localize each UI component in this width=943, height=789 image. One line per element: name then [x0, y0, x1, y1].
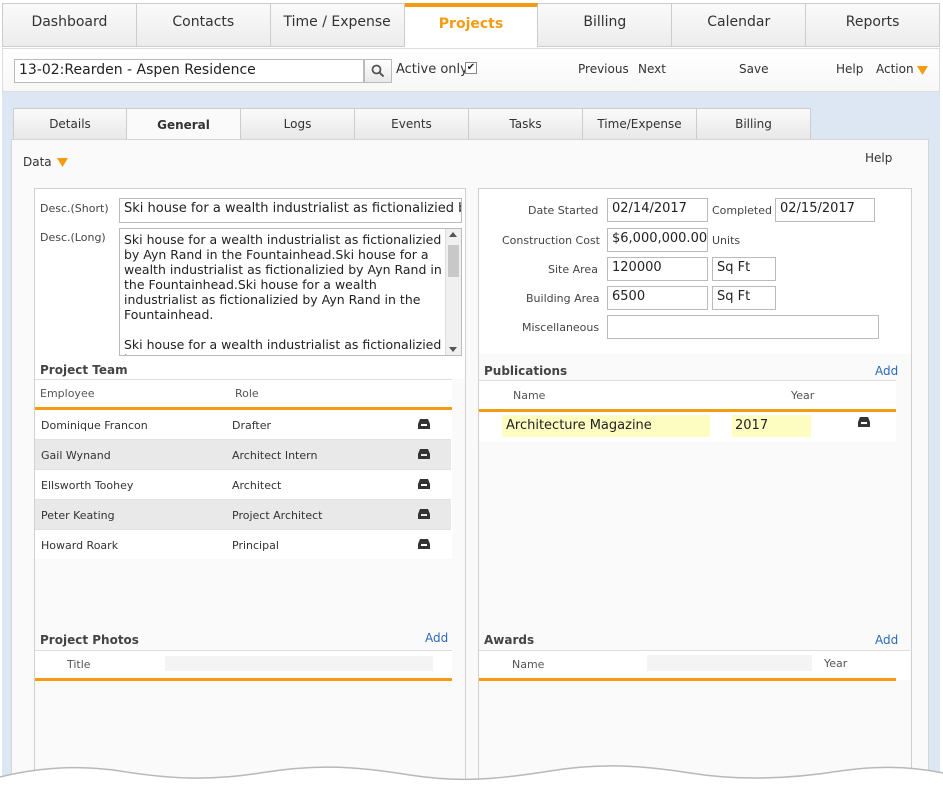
help-link[interactable]: Help — [836, 62, 863, 76]
table-row[interactable]: Peter Keating Project Architect — [35, 500, 451, 530]
inbox-tray-icon[interactable] — [417, 538, 431, 550]
table-row[interactable]: Gail Wynand Architect Intern — [35, 440, 451, 470]
inbox-tray-icon[interactable] — [417, 508, 431, 520]
publications-title: Publications — [484, 364, 568, 378]
role-cell: Drafter — [232, 419, 272, 432]
col-employee-header: Employee — [40, 387, 95, 400]
add-publication-link[interactable]: Add — [875, 364, 898, 378]
construction-cost-field[interactable]: $6,000,000.00 — [607, 228, 708, 252]
desc-long-text: Ski house for a wealth industrialist as … — [124, 232, 442, 355]
table-row[interactable]: Howard Roark Principal — [35, 530, 451, 560]
active-only-checkbox[interactable]: ✔ — [465, 62, 477, 74]
publications-header-underline — [479, 409, 896, 412]
search-icon — [371, 64, 385, 78]
awards-header-filler — [647, 655, 812, 671]
inbox-tray-icon[interactable] — [417, 448, 431, 460]
desc-short-label: Desc.(Short) — [40, 202, 109, 215]
employee-cell: Howard Roark — [41, 539, 119, 552]
tab-projects[interactable]: Projects — [404, 3, 539, 47]
subtab-billing[interactable]: Billing — [697, 108, 811, 140]
role-cell: Principal — [232, 539, 279, 552]
inbox-tray-icon[interactable] — [417, 418, 431, 430]
site-area-unit-select[interactable]: Sq Ft — [712, 257, 776, 281]
col-title-header: Title — [67, 658, 91, 671]
tab-contacts[interactable]: Contacts — [136, 4, 271, 47]
add-award-link[interactable]: Add — [875, 633, 898, 647]
building-area-field[interactable]: 6500 — [607, 286, 708, 310]
subtab-time-expense[interactable]: Time/Expense — [583, 108, 697, 140]
desc-short-field[interactable]: Ski house for a wealth industrialist as … — [119, 198, 462, 223]
action-menu[interactable]: Action — [876, 62, 914, 76]
action-caret-down-icon — [917, 66, 928, 75]
employee-cell: Dominique Francon — [41, 419, 148, 432]
role-cell: Project Architect — [232, 509, 323, 522]
tab-dashboard[interactable]: Dashboard — [2, 4, 137, 47]
subtab-tasks[interactable]: Tasks — [469, 108, 583, 140]
search-button[interactable] — [364, 59, 392, 83]
project-team-title: Project Team — [40, 363, 128, 377]
project-toolbar: 13-02:Rearden - Aspen Residence Active o… — [2, 48, 940, 92]
add-photo-link[interactable]: Add — [425, 631, 448, 645]
miscellaneous-field[interactable] — [607, 315, 879, 339]
employee-cell: Gail Wynand — [41, 449, 111, 462]
role-cell: Architect — [232, 479, 282, 492]
building-area-unit-select[interactable]: Sq Ft — [712, 286, 776, 310]
employee-cell: Ellsworth Toohey — [41, 479, 134, 492]
role-cell: Architect Intern — [232, 449, 318, 462]
panel-help-link[interactable]: Help — [865, 151, 892, 165]
main-nav: Dashboard Contacts Time / Expense Projec… — [2, 3, 941, 47]
construction-cost-label: Construction Cost — [502, 234, 600, 247]
awards-title: Awards — [484, 633, 535, 647]
project-search-input[interactable]: 13-02:Rearden - Aspen Residence — [14, 59, 364, 83]
date-started-field[interactable]: 02/14/2017 — [607, 198, 708, 222]
employee-cell: Peter Keating — [41, 509, 115, 522]
tab-reports[interactable]: Reports — [806, 4, 941, 47]
publication-year-field[interactable]: 2017 — [732, 415, 811, 437]
col-role-header: Role — [235, 387, 259, 400]
torn-edge-decoration — [0, 765, 943, 789]
project-photos-title: Project Photos — [40, 633, 139, 647]
subtab-events[interactable]: Events — [355, 108, 469, 140]
tab-calendar[interactable]: Calendar — [672, 4, 807, 47]
photos-header-filler — [165, 656, 433, 671]
subtab-details[interactable]: Details — [13, 108, 127, 140]
active-only-label: Active only — [396, 62, 468, 77]
data-menu[interactable]: Data — [23, 155, 52, 169]
completed-label: Completed — [712, 204, 772, 217]
col-pub-name-header: Name — [513, 389, 546, 402]
inbox-tray-icon[interactable] — [417, 478, 431, 490]
table-row[interactable]: Dominique Francon Drafter — [35, 410, 451, 440]
photos-header-underline — [35, 678, 452, 681]
tab-time-expense[interactable]: Time / Expense — [270, 4, 405, 47]
next-button[interactable]: Next — [638, 62, 666, 76]
previous-button[interactable]: Previous — [578, 62, 629, 76]
cost-units-label: Units — [712, 234, 741, 247]
col-award-year-header: Year — [824, 657, 848, 670]
completed-field[interactable]: 02/15/2017 — [775, 198, 875, 222]
miscellaneous-label: Miscellaneous — [522, 321, 600, 334]
desc-long-field[interactable]: Ski house for a wealth industrialist as … — [119, 228, 462, 356]
inbox-tray-icon[interactable] — [857, 416, 871, 428]
col-award-name-header: Name — [512, 658, 545, 671]
desc-long-scrollbar[interactable] — [445, 229, 461, 355]
col-pub-year-header: Year — [791, 389, 815, 402]
awards-header-underline — [479, 678, 896, 681]
desc-long-label: Desc.(Long) — [40, 231, 106, 244]
site-area-field[interactable]: 120000 — [607, 257, 708, 281]
date-started-label: Date Started — [528, 204, 599, 217]
building-area-label: Building Area — [526, 292, 600, 305]
data-caret-down-icon — [57, 158, 68, 167]
table-row[interactable]: Ellsworth Toohey Architect — [35, 470, 451, 500]
project-subtabs: Details General Logs Events Tasks Time/E… — [13, 108, 811, 140]
site-area-label: Site Area — [548, 263, 598, 276]
tab-billing[interactable]: Billing — [538, 4, 673, 47]
subtab-logs[interactable]: Logs — [241, 108, 355, 140]
subtab-general[interactable]: General — [127, 108, 241, 140]
publication-name-field[interactable]: Architecture Magazine — [502, 415, 710, 437]
save-button[interactable]: Save — [739, 62, 768, 76]
